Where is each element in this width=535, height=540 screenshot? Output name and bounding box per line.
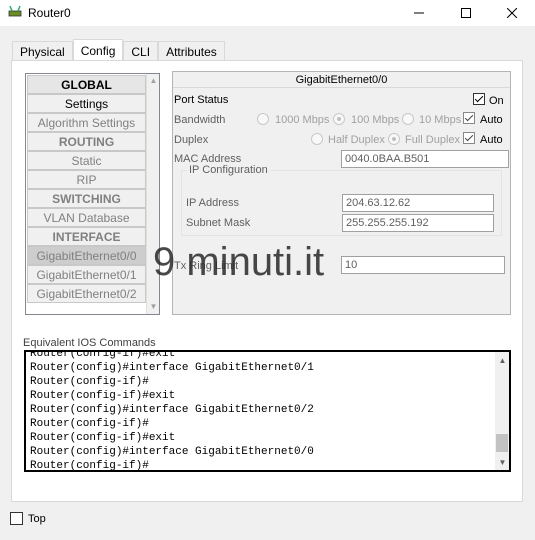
tab-attributes[interactable]: Attributes [158,41,225,61]
sidebar-item-rip[interactable]: RIP [27,170,146,189]
bandwidth-1000-label: 1000 Mbps [275,114,330,126]
tab-config[interactable]: Config [72,39,124,61]
duplex-label: Duplex [174,134,209,146]
sidebar-item-gigabitethernet0-1[interactable]: GigabitEthernet0/1 [27,265,146,284]
sidebar-item-routing[interactable]: ROUTING [27,132,146,151]
sidebar-item-static[interactable]: Static [27,151,146,170]
window-title: Router0 [28,6,71,20]
full-duplex-label: Full Duplex [405,134,461,146]
sidebar-item-settings[interactable]: Settings [27,94,146,113]
subnet-mask-field[interactable]: 255.255.255.192 [342,214,494,232]
scroll-down-icon[interactable]: ▼ [149,302,158,311]
duplex-auto-label: Auto [480,134,503,146]
port-status-on-label: On [489,95,504,107]
ip-config-legend: IP Configuration [187,164,270,176]
maximize-icon[interactable] [443,0,489,26]
subnet-mask-label: Subnet Mask [186,217,251,229]
top-label: Top [28,513,46,525]
console-line: Router(config)#interface GigabitEthernet… [30,446,314,458]
sidebar-item-gigabitethernet0-2[interactable]: GigabitEthernet0/2 [27,284,146,303]
bandwidth-1000-radio[interactable] [257,113,269,125]
half-duplex-radio[interactable] [311,133,323,145]
sidebar-item-gigabitethernet0-0[interactable]: GigabitEthernet0/0 [27,246,146,265]
tab-physical[interactable]: Physical [12,41,73,61]
port-status-checkbox[interactable] [473,93,485,105]
close-icon[interactable] [489,0,535,26]
equivalent-ios-label: Equivalent IOS Commands [23,337,156,349]
sidebar-item-global[interactable]: GLOBAL [27,75,146,94]
nav-items: GLOBAL Settings Algorithm Settings ROUTING S… [27,75,146,303]
sidebar-item-vlan-database[interactable]: VLAN Database [27,208,146,227]
console-line: Router(config)#interface GigabitEthernet… [30,362,314,374]
console-line: Router(config-if)#exit [30,390,176,402]
bandwidth-label: Bandwidth [174,114,226,126]
half-duplex-label: Half Duplex [328,134,385,146]
scroll-down-icon[interactable]: ▼ [498,458,507,467]
config-nav-list: GLOBAL Settings Algorithm Settings ROUTING S… [25,73,160,315]
interface-title: GigabitEthernet0/0 [173,72,510,88]
duplex-auto-checkbox[interactable] [463,132,475,144]
ip-config-group: IP Configuration IP Address 204.63.12.62… [181,164,502,236]
console-line: Router(config)#interface GigabitEthernet… [30,404,314,416]
bandwidth-auto-checkbox[interactable] [463,112,475,124]
console-scroll-thumb[interactable] [496,434,508,452]
scroll-up-icon[interactable]: ▲ [498,356,507,365]
console-line: Router(config-if)# [30,418,149,430]
console-line: Router(config-if)# [30,376,149,388]
bandwidth-100-label: 100 Mbps [351,114,400,126]
console-scrollbar[interactable]: ▲ ▼ [495,352,509,470]
ip-address-field[interactable]: 204.63.12.62 [342,194,494,212]
port-status-label: Port Status [174,94,229,106]
console-line: Router(config-if)# [30,460,149,472]
watermark: 9 minuti.it [153,240,325,284]
full-duplex-radio[interactable] [388,133,400,145]
console-line: Router(config-if)#exit [30,350,176,360]
console-lines: Router(config-if)#exit Router(config)#in… [30,350,490,472]
sidebar-item-switching[interactable]: SWITCHING [27,189,146,208]
scroll-up-icon[interactable]: ▲ [149,76,158,85]
tab-bar: Physical Config CLI Attributes [12,39,225,61]
ios-commands-console: Router(config-if)#exit Router(config)#in… [24,350,511,472]
router-icon [8,5,22,19]
tab-cli[interactable]: CLI [123,41,159,61]
top-checkbox[interactable] [10,512,23,525]
console-line: Router(config-if)#exit [30,432,176,444]
bandwidth-auto-label: Auto [480,114,503,126]
tx-ring-limit-field[interactable]: 10 [341,256,505,274]
bandwidth-100-radio[interactable] [333,113,345,125]
bandwidth-10-label: 10 Mbps [419,114,462,126]
bandwidth-10-radio[interactable] [402,113,414,125]
minimize-icon[interactable] [396,0,442,26]
sidebar-item-algorithm-settings[interactable]: Algorithm Settings [27,113,146,132]
ip-address-label: IP Address [186,197,239,209]
title-bar: Router0 [0,0,535,26]
mac-field[interactable]: 0040.0BAA.B501 [341,150,509,168]
sidebar-item-interface[interactable]: INTERFACE [27,227,146,246]
